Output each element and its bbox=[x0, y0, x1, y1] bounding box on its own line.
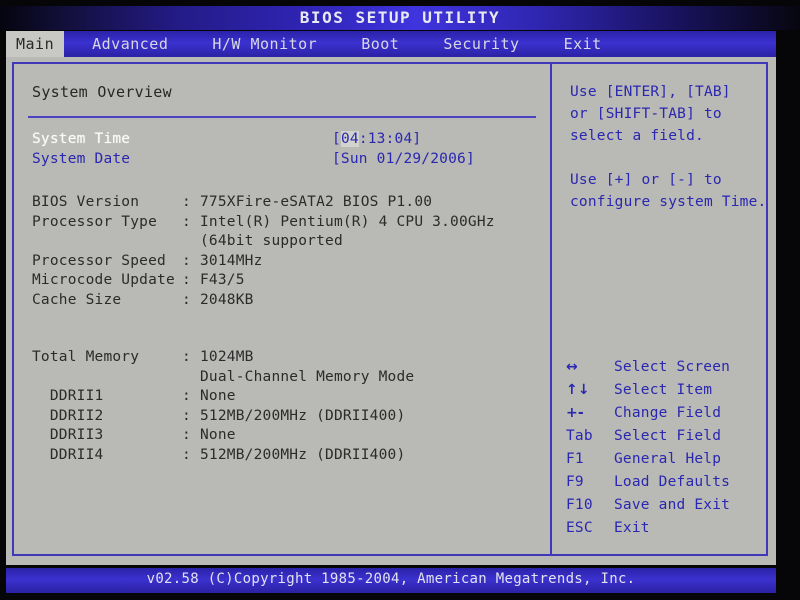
info-row-5-value: 2048KB bbox=[200, 291, 254, 308]
time-rest: :13:04 bbox=[358, 131, 413, 147]
memory-row-2-separator: : bbox=[182, 388, 191, 404]
info-row-5-separator: : bbox=[182, 291, 191, 308]
key-legend-row: F9 Load Defaults bbox=[566, 474, 730, 490]
memory-row-3-label: DDRII2 bbox=[32, 407, 104, 424]
plus-minus-icon: +- bbox=[566, 405, 584, 421]
key-legend-action: Select Field bbox=[614, 428, 722, 444]
f10-key-icon: F10 bbox=[566, 497, 593, 513]
page-title: BIOS SETUP UTILITY bbox=[299, 8, 501, 27]
menu-bar[interactable]: Main Advanced H/W Monitor Boot Security Exit bbox=[6, 31, 776, 57]
key-legend-action: Change Field bbox=[614, 405, 722, 421]
key-legend-action: Select Screen bbox=[614, 359, 731, 375]
memory-row-3-value: 512MB/200MHz (DDRII400) bbox=[200, 407, 406, 424]
info-row-0-label: BIOS Version bbox=[32, 194, 140, 210]
menu-item-main[interactable]: Main bbox=[6, 31, 65, 57]
info-row-3-value: 3014MHz bbox=[200, 252, 263, 269]
menu-item-label: Main bbox=[16, 35, 55, 53]
system-time-label[interactable]: System Time bbox=[32, 130, 130, 150]
key-legend-row: F1 General Help bbox=[566, 451, 721, 467]
info-row-4-separator: : bbox=[182, 272, 191, 288]
help-panel: Use [ENTER], [TAB] or [SHIFT-TAB] to selec… bbox=[552, 64, 770, 554]
copyright-text: v02.58 (C)Copyright 1985-2004, American … bbox=[146, 571, 636, 587]
menu-item-exit[interactable]: Exit bbox=[550, 31, 616, 57]
system-date-label[interactable]: System Date bbox=[32, 150, 130, 170]
system-time-value[interactable]: [04:13:04] bbox=[332, 130, 421, 150]
time-cursor-segment[interactable]: 04 bbox=[340, 131, 359, 147]
memory-row-0-separator: : bbox=[182, 349, 191, 365]
menu-item-label: Security bbox=[443, 35, 520, 53]
memory-row-1-value: Dual-Channel Memory Mode bbox=[200, 368, 415, 385]
info-row-1-separator: : bbox=[182, 213, 191, 230]
key-legend-action: Exit bbox=[614, 520, 650, 536]
key-legend-row: ↔ Select Screen bbox=[566, 359, 730, 375]
title-bar: BIOS SETUP UTILITY bbox=[0, 6, 800, 30]
time-close-bracket: ] bbox=[412, 131, 422, 147]
key-legend-row: ESC Exit bbox=[566, 520, 650, 536]
info-row-4-label: Microcode Update bbox=[32, 272, 175, 288]
help-line-3 bbox=[570, 150, 579, 166]
memory-row-4-label: DDRII3 bbox=[32, 427, 104, 443]
memory-row-0-label: Total Memory bbox=[32, 349, 140, 365]
memory-row-5-separator: : bbox=[182, 446, 191, 463]
menu-item-security[interactable]: Security bbox=[429, 31, 533, 57]
section-title: System Overview bbox=[32, 83, 172, 101]
menu-item-label: Exit bbox=[563, 35, 602, 53]
info-row-2-value: (64bit supported bbox=[200, 233, 343, 249]
f9-key-icon: F9 bbox=[566, 474, 584, 490]
f1-key-icon: F1 bbox=[566, 451, 584, 467]
help-line-4: Use [+] or [-] to bbox=[570, 172, 722, 188]
key-legend-action: Select Item bbox=[614, 382, 713, 398]
info-row-0-value: 775XFire-eSATA2 BIOS P1.00 bbox=[200, 194, 433, 210]
help-line-2: select a field. bbox=[570, 128, 704, 144]
key-legend-row: Tab Select Field bbox=[566, 428, 721, 444]
menu-item-label: H/W Monitor bbox=[212, 35, 318, 53]
memory-row-5-label: DDRII4 bbox=[32, 446, 104, 463]
memory-row-2-value: None bbox=[200, 388, 236, 404]
info-row-3-separator: : bbox=[182, 252, 191, 269]
info-row-0-separator: : bbox=[182, 194, 191, 210]
esc-key-icon: ESC bbox=[566, 520, 593, 536]
time-open-bracket: [ bbox=[332, 131, 341, 147]
key-legend-action: General Help bbox=[614, 451, 722, 467]
footer-bar: v02.58 (C)Copyright 1985-2004, American … bbox=[6, 568, 776, 593]
key-legend-action: Load Defaults bbox=[614, 474, 731, 490]
menu-item-h-w-monitor[interactable]: H/W Monitor bbox=[198, 31, 331, 57]
system-date-value[interactable]: [Sun 01/29/2006] bbox=[332, 150, 475, 170]
system-overview-panel: System Overview System Time [04:13:04] S… bbox=[14, 64, 550, 554]
menu-item-label: Advanced bbox=[92, 35, 169, 53]
key-legend-row: ↑↓ Select Item bbox=[566, 382, 712, 398]
menu-item-advanced[interactable]: Advanced bbox=[78, 31, 182, 57]
help-line-1: or [SHIFT-TAB] to bbox=[570, 106, 722, 122]
help-line-5: configure system Time. bbox=[570, 194, 767, 210]
memory-row-0-value: 1024MB bbox=[200, 349, 254, 365]
info-row-5-label: Cache Size bbox=[32, 291, 122, 308]
content-frame: System Overview System Time [04:13:04] S… bbox=[6, 57, 776, 565]
help-line-0: Use [ENTER], [TAB] bbox=[570, 84, 731, 100]
menu-item-label: Boot bbox=[361, 35, 400, 53]
menu-item-boot[interactable]: Boot bbox=[347, 31, 413, 57]
up-down-arrow-icon: ↑↓ bbox=[566, 382, 590, 398]
panel-box: System Overview System Time [04:13:04] S… bbox=[12, 62, 768, 556]
key-legend-row: F10 Save and Exit bbox=[566, 497, 730, 513]
info-row-4-value: F43/5 bbox=[200, 272, 245, 288]
info-row-1-value: Intel(R) Pentium(R) 4 CPU 3.00GHz bbox=[200, 213, 495, 230]
memory-row-3-separator: : bbox=[182, 407, 191, 424]
info-row-1-label: Processor Type bbox=[32, 213, 158, 230]
memory-row-4-separator: : bbox=[182, 427, 191, 443]
memory-row-4-value: None bbox=[200, 427, 236, 443]
key-legend-action: Save and Exit bbox=[614, 497, 731, 513]
left-right-arrow-icon: ↔ bbox=[566, 359, 578, 375]
bios-screen: BIOS SETUP UTILITY Main Advanced H/W Monit… bbox=[0, 0, 800, 600]
memory-row-5-value: 512MB/200MHz (DDRII400) bbox=[200, 446, 406, 463]
memory-row-2-label: DDRII1 bbox=[32, 388, 104, 404]
tab-key-icon: Tab bbox=[566, 428, 593, 444]
section-divider bbox=[28, 116, 536, 118]
key-legend-row: +- Change Field bbox=[566, 405, 721, 421]
info-row-3-label: Processor Speed bbox=[32, 252, 166, 269]
